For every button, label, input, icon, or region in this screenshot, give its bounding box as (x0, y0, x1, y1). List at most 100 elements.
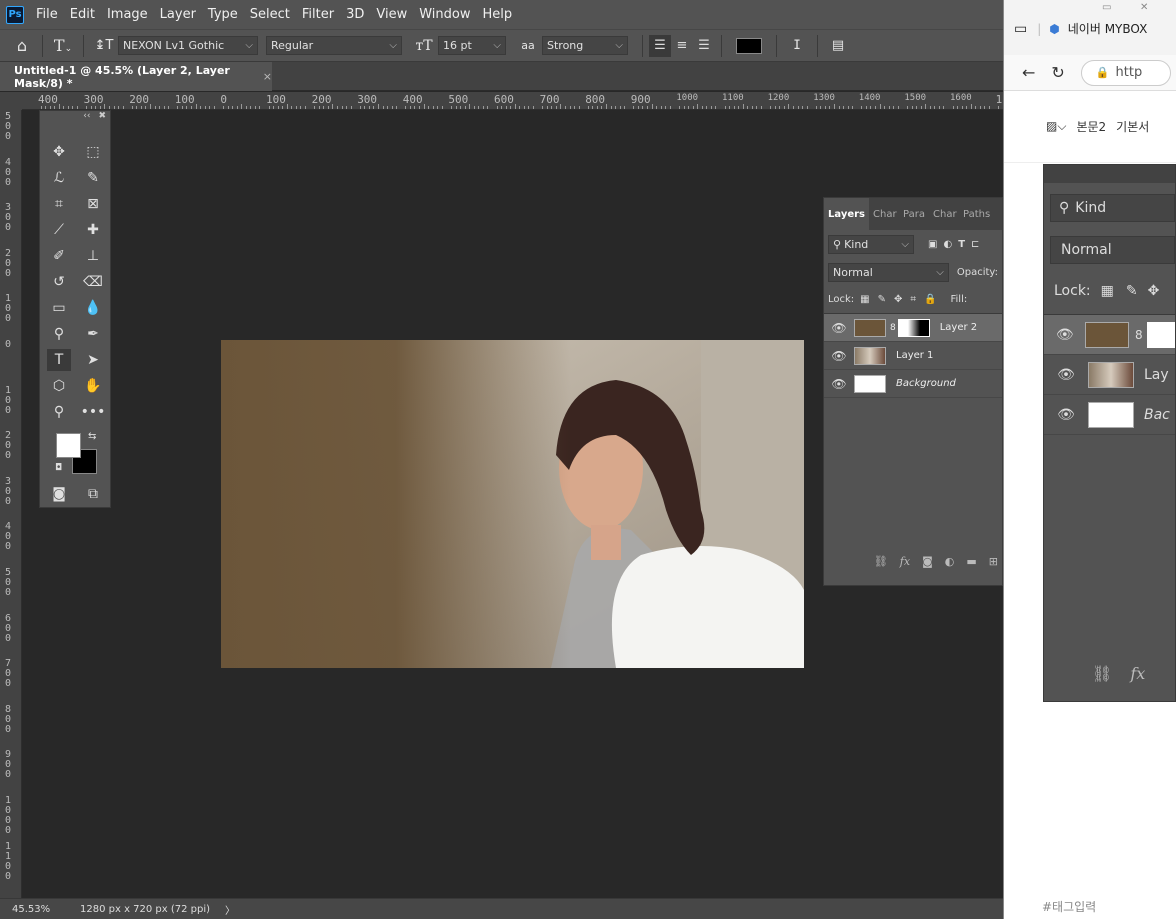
marquee-tool-icon[interactable]: ⬚ (81, 141, 105, 163)
new-group-icon[interactable]: ▬ (966, 555, 976, 568)
tab-character[interactable]: Char (869, 198, 899, 230)
photoshop-logo-icon[interactable]: Ps (6, 5, 24, 24)
lock-transparent-icon[interactable]: ▦ (860, 294, 869, 305)
eraser-tool-icon[interactable]: ⌫ (81, 271, 105, 293)
text-tool-preset-icon[interactable]: T⌄ (49, 36, 77, 55)
move-tool-icon[interactable]: ✥ (47, 141, 71, 163)
more-tools-icon[interactable]: ••• (81, 401, 106, 423)
address-bar[interactable]: 🔒 http (1080, 59, 1171, 86)
layer-filter-select[interactable]: ⚲ Kind ⌵ (828, 234, 914, 254)
lock-artboard-icon[interactable]: ⌗ (910, 294, 916, 305)
lock-pixels-icon[interactable]: ✎ (878, 294, 886, 305)
minimize-icon[interactable]: ▭ (1102, 2, 1111, 13)
hand-tool-icon[interactable]: ✋ (81, 375, 105, 397)
dodge-tool-icon[interactable]: ⚲ (47, 323, 71, 345)
menu-help[interactable]: Help (477, 0, 519, 29)
gradient-tool-icon[interactable]: ▭ (47, 297, 71, 319)
align-left-button[interactable]: ☰ (649, 34, 671, 57)
antialias-select[interactable]: Strong ⌵ (542, 36, 628, 55)
refresh-icon[interactable]: ↻ (1051, 63, 1064, 82)
text-orientation-icon[interactable]: ↨T (90, 38, 118, 53)
warp-text-icon[interactable]: ⵊ (783, 38, 811, 53)
visibility-eye-icon[interactable]: 👁 (824, 321, 854, 335)
pixel-filter-icon[interactable]: ▣ (928, 239, 937, 250)
menu-view[interactable]: View (370, 0, 413, 29)
default-colors-icon[interactable]: ◘ (55, 463, 62, 473)
type-tool-icon[interactable]: T (47, 349, 71, 371)
lock-position-icon[interactable]: ✥ (894, 294, 902, 305)
screen-mode-icon[interactable]: ⧉ (81, 483, 105, 505)
align-center-button[interactable]: ≡ (671, 35, 693, 57)
brush-tool-icon[interactable]: ✐ (47, 245, 71, 267)
menu-select[interactable]: Select (244, 0, 296, 29)
tab-layers[interactable]: Layers (824, 198, 869, 230)
close-icon[interactable]: ✖ (98, 111, 106, 123)
tab-paragraph[interactable]: Para (899, 198, 929, 230)
menu-window[interactable]: Window (413, 0, 476, 29)
tag-input[interactable]: #태그입력 (1042, 898, 1096, 915)
font-size-select[interactable]: 16 pt ⌵ (438, 36, 506, 55)
healing-brush-tool-icon[interactable]: ✚ (81, 219, 105, 241)
menu-file[interactable]: File (30, 0, 64, 29)
font-family-select[interactable]: NEXON Lv1 Gothic ⌵ (118, 36, 258, 55)
eyedropper-tool-icon[interactable]: ⟋ (47, 219, 71, 241)
frame-tool-icon[interactable]: ⊠ (81, 193, 105, 215)
paragraph-style-select[interactable]: 본문2 (1076, 118, 1106, 135)
close-window-icon[interactable]: ✕ (1140, 2, 1148, 13)
blur-tool-icon[interactable]: 💧 (81, 297, 105, 319)
shape-filter-icon[interactable]: ⊏ (971, 239, 979, 250)
lasso-tool-icon[interactable]: ℒ (47, 167, 71, 189)
character-panel-icon[interactable]: ▤ (824, 38, 852, 53)
menu-filter[interactable]: Filter (296, 0, 340, 29)
document-tab[interactable]: Untitled-1 @ 45.5% (Layer 2, Layer Mask/… (0, 62, 272, 91)
add-mask-icon[interactable]: ◙ (922, 555, 933, 568)
adjustment-filter-icon[interactable]: ◐ (943, 239, 952, 250)
layer-style-icon[interactable]: fx (900, 555, 910, 568)
shape-tool-icon[interactable]: ⬡ (47, 375, 71, 397)
layer-row-layer-1[interactable]: 👁 Layer 1 (824, 342, 1002, 370)
status-menu-arrow-icon[interactable]: 〉 (225, 902, 235, 917)
close-icon[interactable]: × (263, 70, 272, 83)
home-icon[interactable]: ⌂ (8, 36, 36, 55)
document-canvas-image[interactable] (221, 340, 804, 668)
visibility-eye-icon[interactable]: 👁 (824, 349, 854, 363)
mask-link-icon[interactable]: 8 (890, 323, 896, 333)
foreground-color-swatch[interactable] (56, 433, 81, 458)
tab-actions-icon[interactable]: ▭ (1014, 21, 1027, 37)
menu-type[interactable]: Type (202, 0, 244, 29)
menu-edit[interactable]: Edit (64, 0, 101, 29)
link-layers-icon[interactable]: ⛓ (874, 555, 888, 568)
quick-selection-tool-icon[interactable]: ✎ (81, 167, 105, 189)
adjustment-layer-icon[interactable]: ◐ (945, 555, 955, 568)
layer-mask-thumbnail[interactable] (897, 318, 930, 337)
lock-all-icon[interactable]: 🔒 (924, 294, 936, 305)
browser-tab[interactable]: ▭ | ⬢ 네이버 MYBOX (1014, 20, 1147, 37)
zoom-tool-icon[interactable]: ⚲ (47, 401, 71, 423)
crop-tool-icon[interactable]: ⌗ (47, 193, 71, 215)
back-icon[interactable]: ← (1022, 63, 1035, 82)
history-brush-tool-icon[interactable]: ↺ (47, 271, 71, 293)
image-insert-icon[interactable]: ▨⌵ (1046, 119, 1066, 134)
zoom-level[interactable]: 45.53% (12, 904, 80, 915)
text-color-swatch[interactable] (736, 37, 762, 54)
collapse-icon[interactable]: ‹‹ (83, 111, 90, 123)
tab-paths[interactable]: Paths (959, 198, 994, 230)
stamp-tool-icon[interactable]: ⊥ (81, 245, 105, 267)
visibility-eye-icon[interactable]: 👁 (824, 377, 854, 391)
pen-tool-icon[interactable]: ✒ (81, 323, 105, 345)
menu-layer[interactable]: Layer (154, 0, 202, 29)
align-right-button[interactable]: ☰ (693, 35, 715, 57)
layer-row-background[interactable]: 👁 Background (824, 370, 1002, 398)
path-selection-tool-icon[interactable]: ➤ (81, 349, 105, 371)
tab-character-styles[interactable]: Char (929, 198, 959, 230)
blend-mode-select[interactable]: Normal ⌵ (828, 262, 949, 282)
type-filter-icon[interactable]: T (958, 239, 965, 250)
menu-3d[interactable]: 3D (340, 0, 370, 29)
font-style-select[interactable]: Regular ⌵ (266, 36, 402, 55)
menu-image[interactable]: Image (101, 0, 154, 29)
new-layer-icon[interactable]: ⊞ (989, 555, 998, 568)
quick-mask-icon[interactable]: ◙ (47, 483, 71, 505)
layer-row-layer-2[interactable]: 👁 8 Layer 2 (824, 314, 1002, 342)
swap-colors-icon[interactable]: ⇆ (88, 431, 96, 442)
font-select[interactable]: 기본서 (1116, 118, 1149, 135)
